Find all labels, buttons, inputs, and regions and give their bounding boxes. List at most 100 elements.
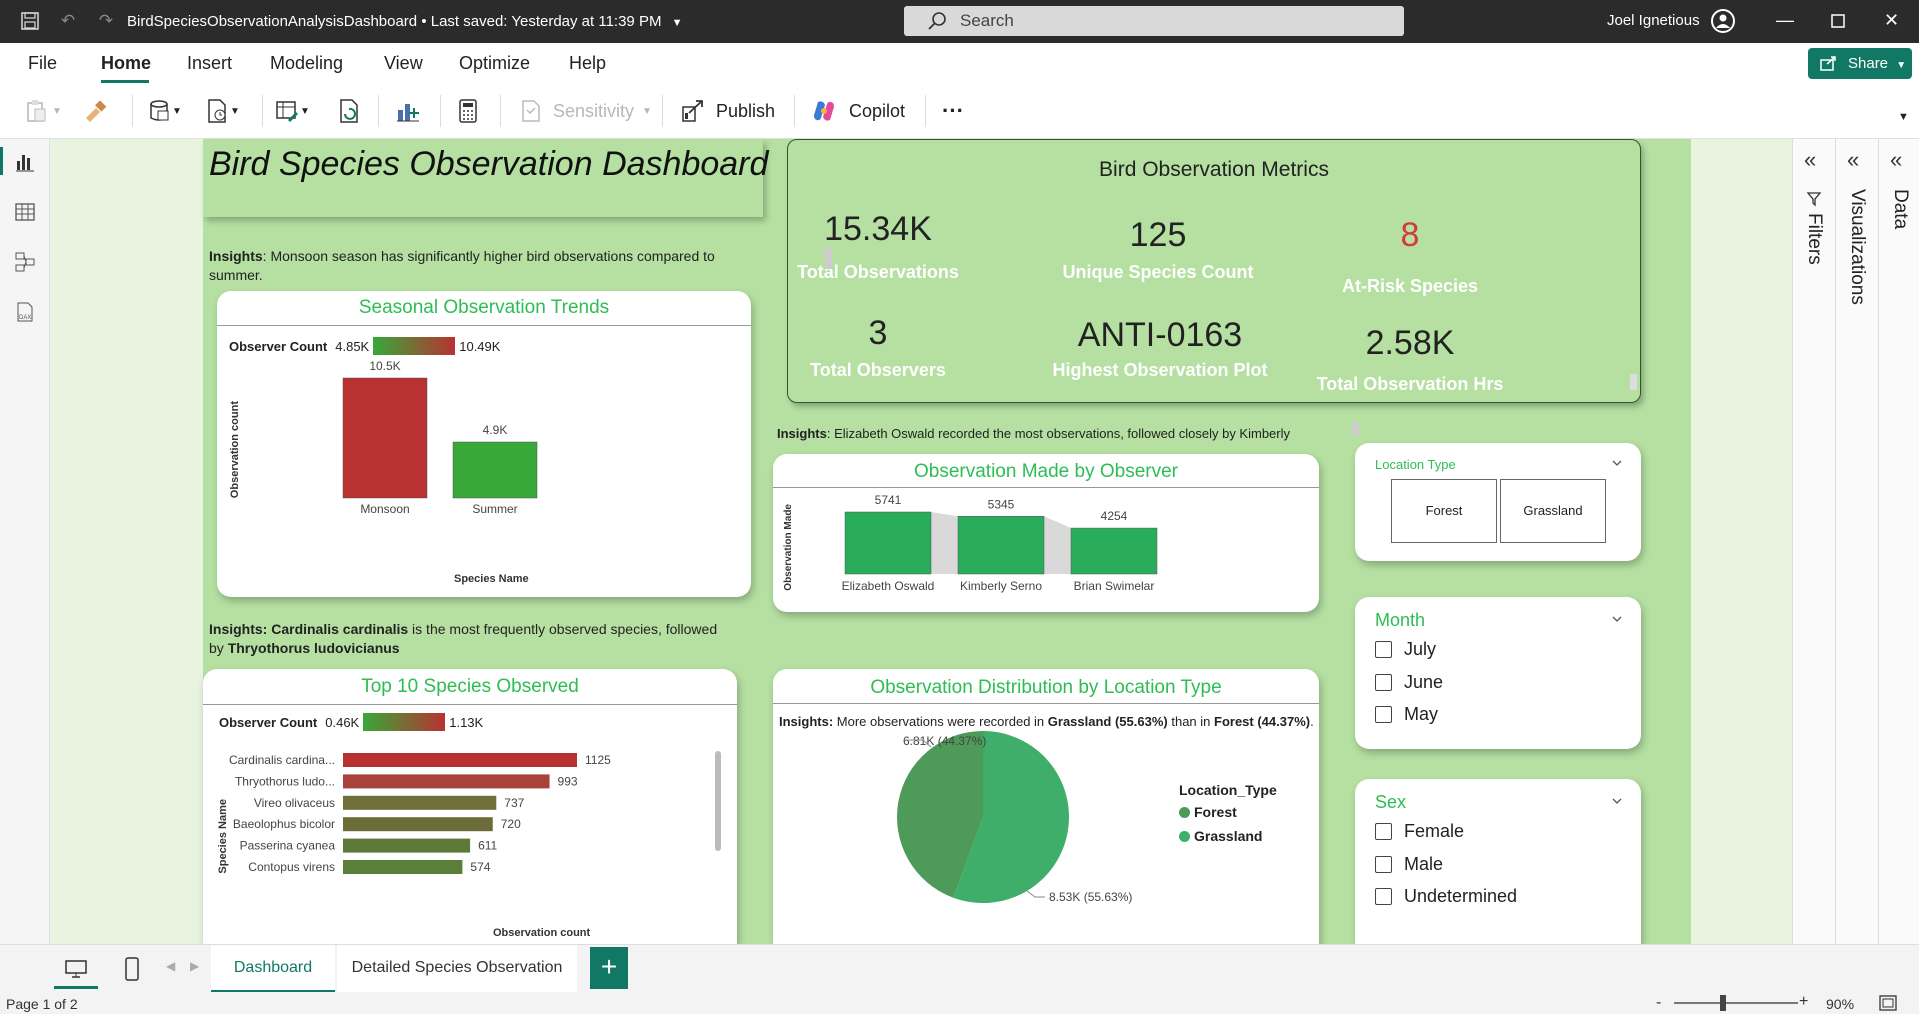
document-title[interactable]: BirdSpeciesObservationAnalysisDashboard …	[127, 13, 683, 30]
checkbox[interactable]	[1375, 706, 1392, 723]
share-button[interactable]: Share ▼	[1808, 48, 1912, 79]
tab-dashboard[interactable]: Dashboard	[211, 945, 335, 993]
legend-item-grassland[interactable]: Grassland	[1179, 828, 1277, 844]
filters-pane[interactable]: « Filters	[1792, 139, 1835, 944]
slicer-option-may[interactable]: May	[1375, 704, 1438, 725]
slicer-option-male[interactable]: Male	[1375, 854, 1443, 875]
zoom-slider-thumb[interactable]	[1720, 995, 1726, 1011]
month-slicer[interactable]: Month July June May	[1355, 597, 1641, 749]
bar-species[interactable]	[343, 753, 577, 767]
zoom-slider[interactable]	[1674, 1002, 1798, 1004]
bar-species[interactable]	[343, 817, 493, 832]
bar-monsoon[interactable]	[342, 377, 428, 499]
next-page-icon[interactable]: ▶	[190, 959, 199, 973]
expand-icon[interactable]: «	[1804, 147, 1816, 173]
filters-label[interactable]: Filters	[1803, 213, 1825, 265]
data-label[interactable]: Data	[1889, 189, 1911, 229]
save-icon[interactable]	[20, 11, 40, 31]
close-icon[interactable]: ✕	[1884, 10, 1899, 31]
bar-species[interactable]	[343, 838, 471, 853]
slicer-option-july[interactable]: July	[1375, 639, 1436, 660]
report-view-icon[interactable]	[14, 151, 36, 173]
visualizations-label[interactable]: Visualizations	[1846, 189, 1868, 305]
data-pane[interactable]: « Data	[1878, 139, 1919, 944]
menu-insert[interactable]: Insert	[187, 53, 232, 74]
slicer-tile-grassland[interactable]: Grassland	[1500, 479, 1606, 543]
maximize-icon[interactable]	[1831, 12, 1845, 33]
fit-to-page-icon[interactable]	[1879, 995, 1897, 1011]
paste-button[interactable]: ▼	[24, 97, 62, 125]
add-page-button[interactable]: +	[590, 947, 628, 989]
user-name[interactable]: Joel Ignetious	[1607, 12, 1700, 29]
checkbox[interactable]	[1375, 856, 1392, 873]
undo-icon[interactable]: ↶	[58, 11, 78, 31]
bar-observer[interactable]	[957, 516, 1045, 575]
copilot-button[interactable]: Copilot	[811, 97, 905, 125]
menu-file[interactable]: File	[28, 53, 57, 74]
model-view-icon[interactable]	[14, 251, 36, 273]
zoom-in-button[interactable]: +	[1799, 993, 1808, 1011]
menu-help[interactable]: Help	[569, 53, 606, 74]
minimize-icon[interactable]: —	[1776, 10, 1794, 31]
more-options-button[interactable]: ···	[942, 97, 964, 125]
checkbox[interactable]	[1375, 823, 1392, 840]
scrollbar[interactable]	[1630, 374, 1637, 390]
chevron-down-icon[interactable]	[1611, 613, 1623, 625]
avatar[interactable]	[1711, 9, 1735, 33]
table-view-icon[interactable]	[14, 201, 36, 223]
location-type-slicer[interactable]: Location Type Forest Grassland	[1355, 443, 1641, 561]
sex-slicer[interactable]: Sex Female Male Undetermined	[1355, 779, 1641, 944]
format-painter-button[interactable]	[82, 97, 108, 125]
chevron-down-icon[interactable]	[1611, 795, 1623, 807]
zoom-level[interactable]: 90%	[1826, 996, 1854, 1012]
menu-modeling[interactable]: Modeling	[270, 53, 343, 74]
menu-view[interactable]: View	[384, 53, 423, 74]
menu-home[interactable]: Home	[101, 53, 151, 74]
checkbox[interactable]	[1375, 888, 1392, 905]
scrollbar[interactable]	[715, 751, 721, 851]
checkbox[interactable]	[1375, 641, 1392, 658]
slicer-option-june[interactable]: June	[1375, 672, 1443, 693]
get-data-button[interactable]: ▼	[146, 97, 182, 125]
slicer-option-undetermined[interactable]: Undetermined	[1375, 886, 1517, 907]
slicer-tile-forest[interactable]: Forest	[1391, 479, 1497, 543]
scrollbar[interactable]	[1352, 422, 1359, 436]
seasonal-trends-card[interactable]: Seasonal Observation Trends Observer Cou…	[217, 291, 751, 597]
visualizations-pane[interactable]: « Visualizations	[1835, 139, 1878, 944]
top-species-card[interactable]: Top 10 Species Observed Observer Count 0…	[203, 669, 737, 944]
redo-icon[interactable]: ↷	[96, 11, 116, 31]
bar-summer[interactable]	[452, 441, 538, 499]
bar-observer[interactable]	[844, 511, 932, 575]
bar-observer[interactable]	[1070, 527, 1158, 575]
refresh-button[interactable]	[336, 97, 362, 125]
collapse-ribbon-icon[interactable]: ▼	[1898, 103, 1909, 131]
recent-sources-button[interactable]: ▼	[204, 97, 240, 125]
mobile-layout-icon[interactable]	[124, 957, 140, 981]
menu-optimize[interactable]: Optimize	[459, 53, 530, 74]
expand-icon[interactable]: «	[1890, 147, 1902, 173]
new-measure-button[interactable]	[455, 97, 481, 125]
dax-query-view-icon[interactable]: DAX	[14, 301, 36, 323]
bar-species[interactable]	[343, 774, 550, 789]
clipboard-icon	[27, 100, 46, 122]
desktop-layout-icon[interactable]	[64, 959, 88, 979]
expand-icon[interactable]: «	[1847, 147, 1859, 173]
legend-item-forest[interactable]: Forest	[1179, 804, 1277, 820]
bar-species[interactable]	[343, 795, 497, 810]
observer-card[interactable]: Observation Made by Observer 5741 Elizabe…	[773, 454, 1319, 612]
transform-data-button[interactable]: ▼	[274, 97, 310, 125]
search-box[interactable]: Search	[904, 6, 1404, 36]
bar-species[interactable]	[343, 860, 463, 874]
checkbox[interactable]	[1375, 674, 1392, 691]
publish-button[interactable]: Publish	[680, 97, 775, 125]
sensitivity-button[interactable]: Sensitivity ▼	[517, 97, 652, 125]
chevron-down-icon[interactable]	[1611, 457, 1623, 469]
zoom-out-button[interactable]: -	[1656, 994, 1661, 1012]
new-visual-button[interactable]	[395, 97, 421, 125]
slicer-option-female[interactable]: Female	[1375, 821, 1464, 842]
location-distribution-card[interactable]: Observation Distribution by Location Typ…	[773, 669, 1319, 944]
prev-page-icon[interactable]: ◀	[166, 959, 175, 973]
scrollbar[interactable]	[825, 247, 832, 269]
tab-detailed-species-observation[interactable]: Detailed Species Observation	[337, 945, 577, 993]
chevron-down-icon[interactable]: ▼	[672, 17, 683, 29]
